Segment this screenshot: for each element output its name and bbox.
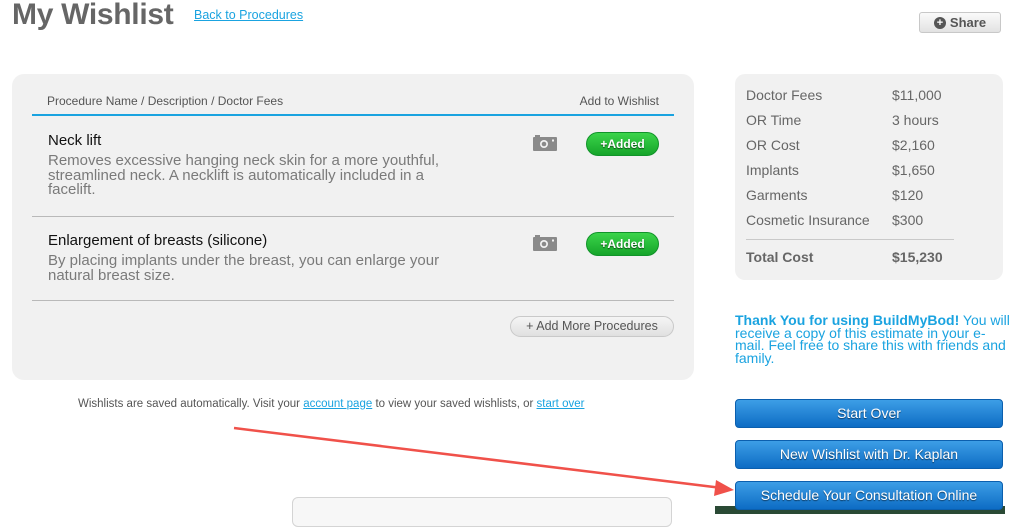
- cost-divider: [746, 239, 954, 240]
- thank-you-message: Thank You for using BuildMyBod! You will…: [735, 313, 1010, 364]
- total-cost-label: Total Cost: [746, 249, 814, 265]
- cost-value: $2,160: [892, 137, 935, 153]
- cost-value: 3 hours: [892, 112, 939, 128]
- cost-label: Implants: [746, 162, 799, 178]
- cost-label: Cosmetic Insurance: [746, 212, 870, 228]
- total-cost-value: $15,230: [892, 249, 943, 265]
- procedure-row: Enlargement of breasts (silicone) By pla…: [32, 218, 674, 301]
- column-header-add: Add to Wishlist: [579, 94, 659, 108]
- arrow-line: [233, 426, 723, 490]
- page-title: My Wishlist: [12, 0, 174, 31]
- procedure-description: By placing implants under the breast, yo…: [48, 252, 440, 284]
- wishlist-header: Procedure Name / Description / Doctor Fe…: [32, 86, 674, 116]
- back-to-procedures-link[interactable]: Back to Procedures: [194, 8, 303, 22]
- added-button[interactable]: +Added: [586, 232, 659, 256]
- wishlist-panel: Procedure Name / Description / Doctor Fe…: [12, 74, 694, 380]
- procedure-name: Enlargement of breasts (silicone): [48, 232, 268, 249]
- cost-summary: Doctor Fees $11,000 OR Time 3 hours OR C…: [735, 74, 1003, 280]
- procedure-name: Neck lift: [48, 132, 102, 149]
- camera-icon[interactable]: [533, 135, 557, 151]
- added-button[interactable]: +Added: [586, 132, 659, 156]
- note-text: to view your saved wishlists, or: [372, 398, 537, 410]
- add-more-procedures-button[interactable]: + Add More Procedures: [510, 316, 674, 337]
- cost-label: Doctor Fees: [746, 87, 823, 103]
- procedure-row: Neck lift Removes excessive hanging neck…: [32, 118, 674, 217]
- note-text: Wishlists are saved automatically. Visit…: [78, 398, 304, 410]
- cost-value: $120: [892, 187, 924, 203]
- plus-circle-icon: +: [933, 16, 946, 29]
- cost-value: $1,650: [892, 162, 935, 178]
- start-over-link[interactable]: start over: [537, 398, 585, 410]
- schedule-consultation-button[interactable]: Schedule Your Consultation Online: [735, 481, 1003, 510]
- share-label: Share: [949, 15, 987, 30]
- cost-label: Garments: [746, 187, 808, 203]
- cost-label: OR Time: [746, 112, 802, 128]
- column-header-procedure: Procedure Name / Description / Doctor Fe…: [47, 94, 284, 108]
- account-page-link[interactable]: account page: [303, 398, 372, 410]
- autosave-note: Wishlists are saved automatically. Visit…: [78, 398, 584, 410]
- share-button[interactable]: + Share: [919, 12, 1001, 33]
- cost-value: $11,000: [892, 87, 942, 103]
- camera-icon[interactable]: [533, 235, 557, 251]
- bottom-widget-box: [292, 497, 672, 527]
- new-wishlist-button[interactable]: New Wishlist with Dr. Kaplan: [735, 440, 1003, 469]
- cost-value: $300: [892, 212, 924, 228]
- cost-label: OR Cost: [746, 137, 800, 153]
- arrow-head: [714, 480, 734, 496]
- start-over-button[interactable]: Start Over: [735, 399, 1003, 428]
- procedure-description: Removes excessive hanging neck skin for …: [48, 152, 440, 198]
